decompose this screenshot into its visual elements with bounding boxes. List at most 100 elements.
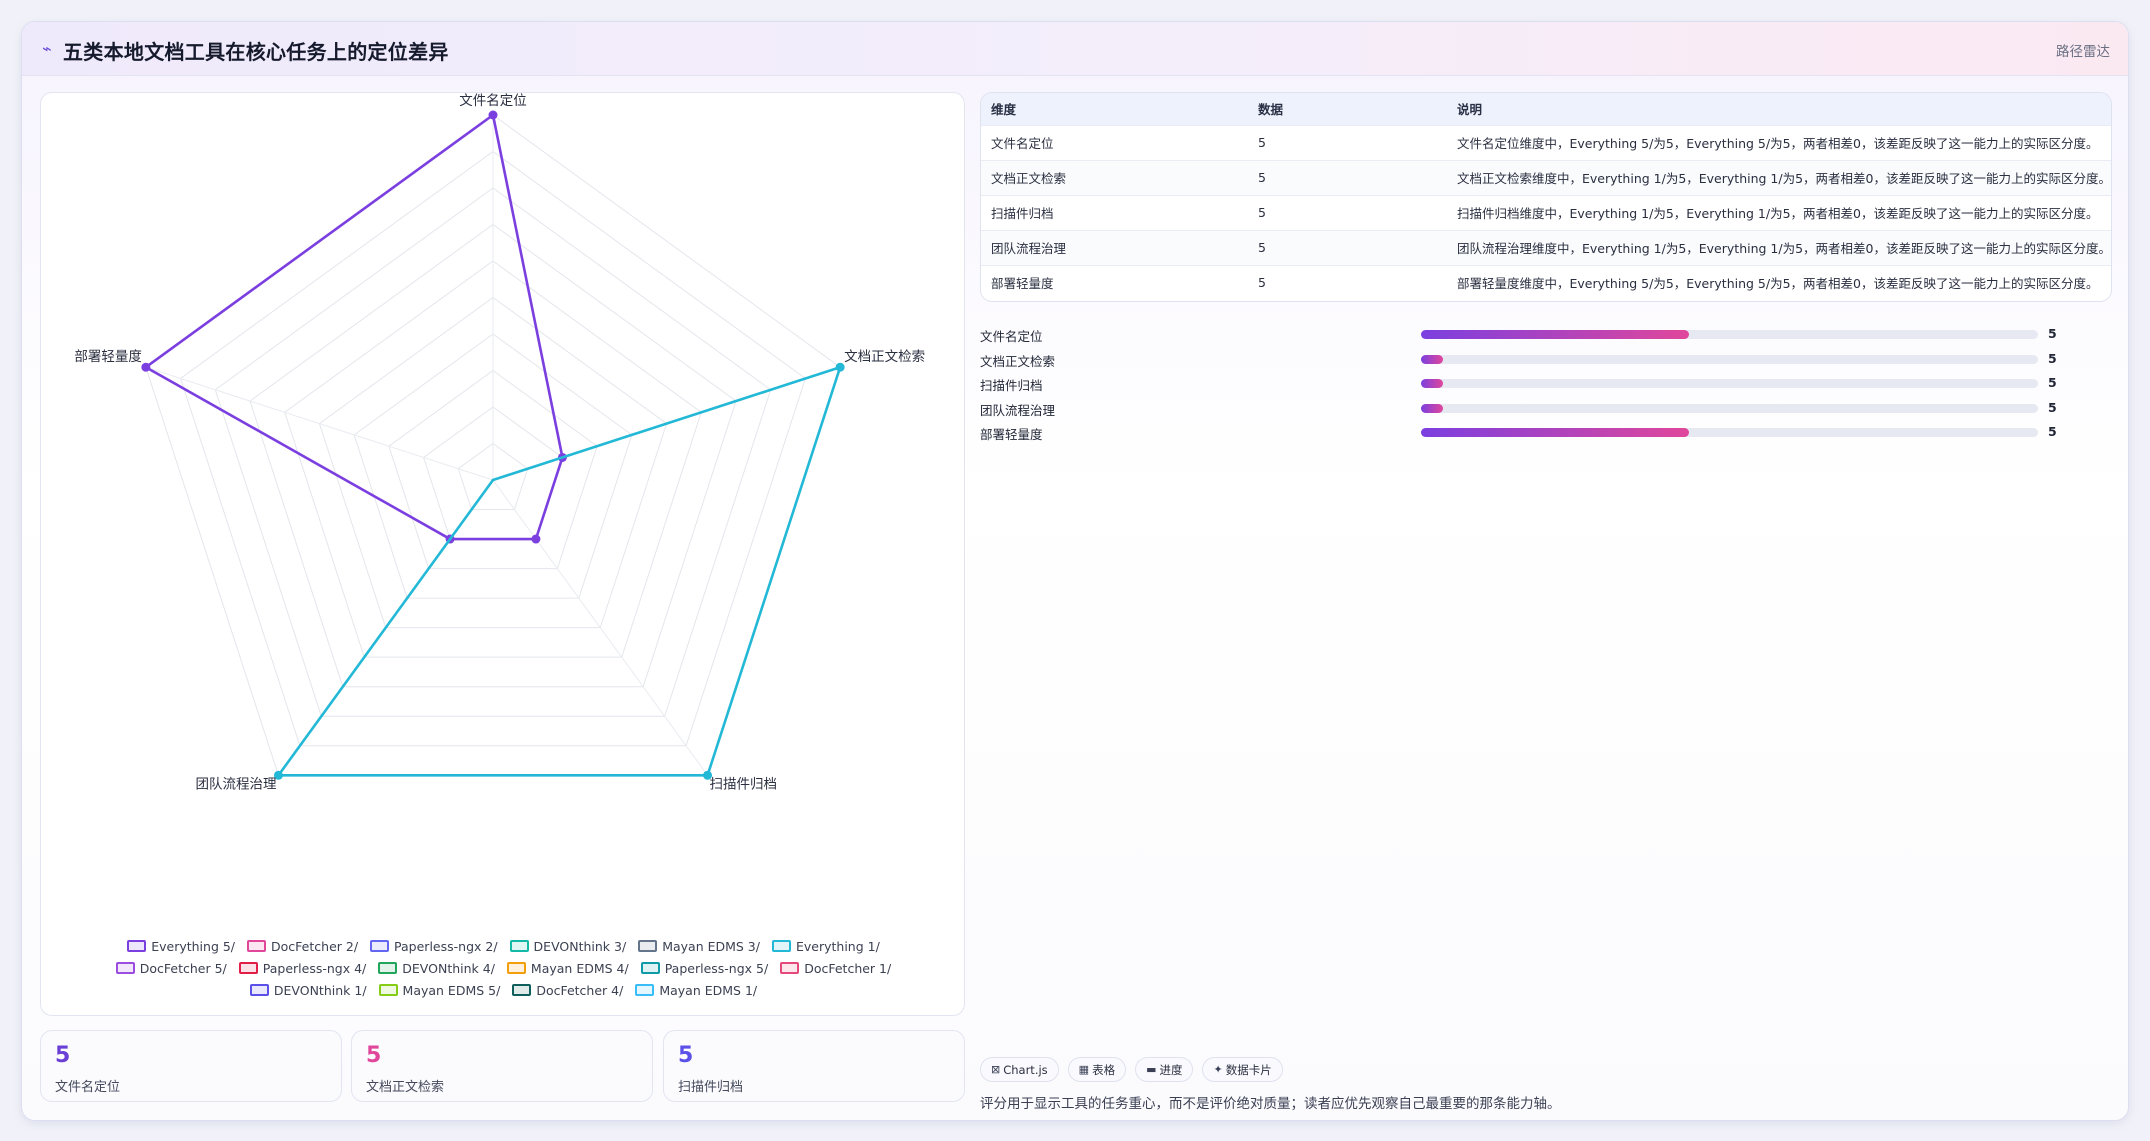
- chip-progress[interactable]: ▬ 进度: [1135, 1057, 1194, 1082]
- legend-swatch: [509, 940, 529, 952]
- stat-card-filename: 5 文件名定位: [40, 1030, 342, 1102]
- table-cell: 文件名定位: [991, 136, 1054, 151]
- chip-label: 表格: [1092, 1062, 1116, 1077]
- progress-label: 团队流程治理: [980, 402, 1056, 418]
- chip-chartjs[interactable]: ⊠ Chart.js: [980, 1057, 1059, 1082]
- legend-label: Mayan EDMS 4/: [530, 960, 629, 976]
- progress-value: 5: [2048, 424, 2057, 440]
- legend-item[interactable]: Paperless-ngx 2/: [370, 937, 498, 955]
- legend-item[interactable]: DocFetcher 4/: [512, 981, 623, 999]
- table-row: 文件名定位 5 文件名定位维度中，Everything 5/为5，Everyth…: [981, 125, 2111, 160]
- radar-chart: 文件名定位文档正文检索扫描件归档 团队流程治理 部署轻量度: [74, 93, 925, 792]
- legend-swatch: [127, 940, 147, 952]
- card-header: ⌁ 五类本地文档工具在核心任务上的定位差异 路径雷达: [22, 22, 2128, 76]
- legend-item[interactable]: Everything 5/: [127, 937, 235, 955]
- axis-label: 部署轻量度: [74, 349, 142, 365]
- legend-swatch: [378, 962, 398, 974]
- progress-track: [1421, 403, 2038, 413]
- progress-row: 文档正文检索 5: [980, 347, 2112, 372]
- legend-label: Mayan EDMS 5/: [402, 982, 501, 998]
- legend-swatch: [780, 962, 800, 974]
- legend-item[interactable]: DocFetcher 2/: [247, 937, 358, 955]
- legend-item[interactable]: Mayan EDMS 1/: [635, 981, 757, 999]
- legend-label: Mayan EDMS 3/: [662, 938, 760, 954]
- legend-label: Paperless-ngx 5/: [664, 960, 769, 976]
- table-icon: ▦: [1078, 1063, 1090, 1076]
- chip-data-card[interactable]: ✦ 数据卡片: [1202, 1057, 1283, 1082]
- data-table: 维度 数据 说明 文件名定位 5 文件名定位维度中，Everything 5/为…: [980, 92, 2112, 302]
- table-cell: 扫描件归档维度中，Everything 1/为5，Everything 1/为5…: [1457, 206, 2099, 221]
- legend-item[interactable]: Mayan EDMS 3/: [638, 937, 760, 955]
- series-line: [144, 365, 452, 541]
- legend-label: DocFetcher 2/: [271, 938, 359, 954]
- legend-swatch: [771, 940, 791, 952]
- progress-value: 5: [2048, 350, 2057, 366]
- stat-value: 5: [55, 1043, 71, 1068]
- progress-label: 文档正文检索: [980, 353, 1056, 369]
- progress-label: 扫描件归档: [980, 378, 1043, 394]
- legend-swatch: [247, 940, 267, 952]
- progress-icon: ▬: [1146, 1063, 1157, 1076]
- progress-label: 文件名定位: [980, 329, 1043, 344]
- table-header-description: 说明: [1457, 102, 1483, 118]
- table-cell: 5: [1257, 205, 1266, 220]
- progress-row: 团队流程治理 5: [980, 396, 2112, 421]
- legend-label: Paperless-ngx 2/: [394, 938, 498, 954]
- radar-chart-panel: 文件名定位 文档正文检索 扫描件归档 团队流程治理 部署轻量度 Everything 5…: [40, 92, 965, 1016]
- table-row: 扫描件归档 5 扫描件归档维度中，Everything 1/为5，Everyth…: [981, 195, 2111, 230]
- progress-list: 文件名定位 5 文档正文检索 5 扫描件归档 5 团队流程治理 5 部署轻量度 …: [980, 322, 2112, 445]
- legend-item[interactable]: DEVONthink 4/: [378, 959, 495, 977]
- table-cell: 文件名定位维度中，Everything 5/为5，Everything 5/为5…: [1457, 136, 2099, 151]
- axis-label: 扫描件归档: [710, 775, 778, 792]
- legend-swatch: [238, 962, 258, 974]
- table-cell: 团队流程治理: [991, 241, 1067, 256]
- legend-item[interactable]: DEVONthink 1/: [249, 981, 367, 999]
- legend-swatch: [512, 984, 532, 996]
- legend-swatch: [640, 962, 660, 974]
- table-cell: 5: [1257, 240, 1266, 255]
- progress-label: 部署轻量度: [980, 427, 1043, 443]
- progress-value: 5: [2048, 375, 2057, 391]
- stat-value: 5: [678, 1043, 694, 1068]
- table-cell: 文档正文检索维度中，Everything 1/为5，Everything 1/为…: [1457, 171, 2111, 186]
- table-cell: 5: [1257, 275, 1266, 291]
- table-row: 文档正文检索 5 文档正文检索维度中，Everything 1/为5，Every…: [981, 160, 2111, 195]
- legend-swatch: [506, 962, 526, 974]
- feature-chips: ⊠ Chart.js ▦ 表格 ▬ 进度 ✦ 数据卡片: [980, 1057, 1283, 1082]
- data-point: [531, 534, 541, 544]
- footnote: 评分用于显示工具的任务重心，而不是评价绝对质量；读者应优先观察自己最重要的那条能…: [980, 1096, 1561, 1112]
- legend-item[interactable]: Mayan EDMS 5/: [378, 981, 501, 999]
- legend-swatch: [115, 962, 135, 974]
- legend-item[interactable]: Mayan EDMS 4/: [506, 959, 629, 977]
- table-header-row: 维度 数据 说明: [981, 93, 2111, 125]
- table-cell: 团队流程治理维度中，Everything 1/为5，Everything 1/为…: [1457, 241, 2111, 256]
- legend-item[interactable]: Paperless-ngx 4/: [238, 959, 367, 977]
- axis-label: 团队流程治理: [195, 776, 276, 792]
- legend-label: Paperless-ngx 4/: [262, 960, 367, 976]
- progress-row: 扫描件归档 5: [980, 371, 2112, 396]
- table-cell: 部署轻量度: [991, 276, 1054, 292]
- page-title: 五类本地文档工具在核心任务上的定位差异: [63, 40, 449, 64]
- legend-label: DEVONthink 4/: [402, 960, 495, 976]
- progress-value: 5: [2048, 326, 2057, 341]
- legend-item[interactable]: DocFetcher 5/: [115, 959, 227, 977]
- legend-item[interactable]: DEVONthink 3/: [509, 937, 627, 955]
- main-card: ⌁ 五类本地文档工具在核心任务上的定位差异 路径雷达 文件名定位 文档正文检索 扫描…: [21, 21, 2129, 1121]
- legend-item[interactable]: Paperless-ngx 5/: [640, 959, 769, 977]
- chart-line-icon: ⌁: [42, 39, 52, 58]
- legend-label: DEVONthink 3/: [533, 938, 627, 954]
- stat-card-fulltext: 5 文档正文检索: [351, 1030, 653, 1102]
- stat-label: 扫描件归档: [678, 1080, 744, 1095]
- chip-table[interactable]: ▦ 表格: [1067, 1057, 1127, 1082]
- series-line: [491, 113, 564, 459]
- legend-label: DEVONthink 1/: [273, 982, 367, 998]
- progress-fill: [1421, 354, 1443, 364]
- axis-label: 文件名定位: [459, 93, 527, 109]
- legend-item[interactable]: DocFetcher 1/: [780, 959, 891, 977]
- series-line: [144, 113, 495, 369]
- progress-row: 部署轻量度 5: [980, 420, 2112, 445]
- grid-spoke: [145, 366, 494, 481]
- series-line: [491, 365, 842, 482]
- legend-item[interactable]: Everything 1/: [771, 937, 880, 955]
- legend-swatch: [249, 984, 269, 996]
